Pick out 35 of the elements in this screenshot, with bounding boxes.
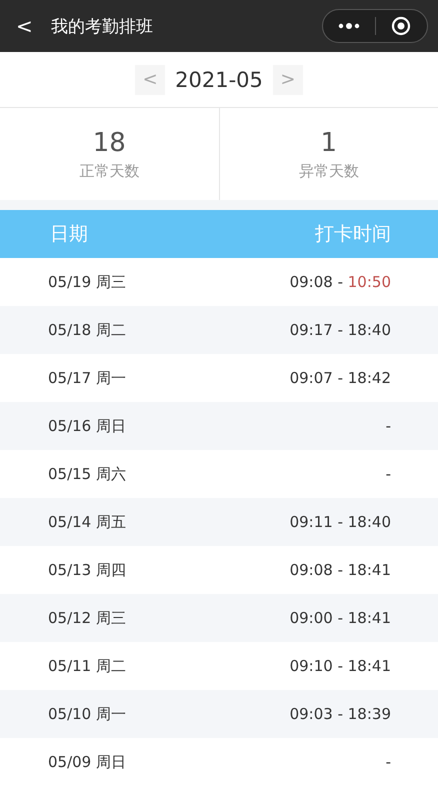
more-icon [338, 23, 360, 29]
back-button[interactable]: < [12, 14, 37, 38]
date-cell: 05/13 周四 [48, 560, 126, 580]
date-cell: 05/19 周三 [48, 272, 126, 292]
punch-time: 09:07 - 18:42 [290, 369, 391, 387]
punch-time: 09:17 - 18:40 [290, 321, 391, 339]
punch-time: 09:03 - 18:39 [290, 705, 391, 723]
date-cell: 05/11 周二 [48, 656, 126, 676]
punch-time: 09:00 - 18:41 [290, 609, 391, 627]
date-cell: 05/16 周日 [48, 416, 126, 436]
previous-month-button[interactable]: < [135, 64, 166, 94]
date-cell: 05/14 周五 [48, 512, 126, 532]
date-cell: 05/10 周一 [48, 704, 126, 724]
date-cell: 05/18 周二 [48, 320, 126, 340]
stat-value: 18 [92, 128, 126, 158]
next-month-button[interactable]: > [272, 64, 303, 94]
column-header: 打卡时间 [315, 222, 391, 247]
month-label: 2021-05 [175, 68, 263, 92]
punch-time: - [386, 417, 391, 435]
column-header: 日期 [50, 222, 88, 247]
punch-time: - [386, 753, 391, 771]
punch-time: 09:08 - 10:50 [290, 273, 391, 291]
page-title: 我的考勤排班 [50, 16, 154, 38]
date-cell: 05/17 周一 [48, 368, 126, 388]
stat-label: 正常天数 [79, 162, 140, 180]
punch-time: 09:11 - 18:40 [290, 513, 391, 531]
close-icon [391, 16, 412, 36]
punch-time: - [386, 465, 391, 483]
punch-time: 09:08 - 18:41 [290, 561, 391, 579]
date-cell: 05/12 周三 [48, 608, 126, 628]
date-cell: 05/15 周六 [48, 464, 126, 484]
stat-label: 异常天数 [298, 162, 359, 180]
stat-value: 1 [320, 128, 338, 158]
date-cell: 05/09 周日 [48, 752, 126, 772]
punch-time: 09:10 - 18:41 [290, 657, 391, 675]
